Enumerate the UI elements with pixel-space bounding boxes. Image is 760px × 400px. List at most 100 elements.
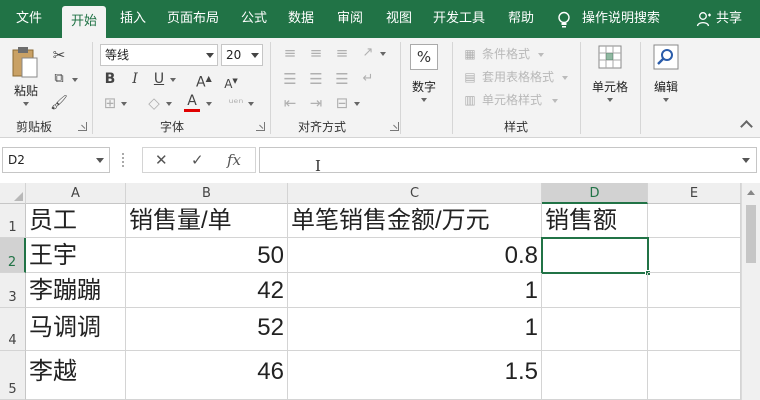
cell-b5[interactable]: 46 <box>126 351 288 400</box>
font-color-button[interactable]: A <box>184 92 200 110</box>
cell-b4[interactable]: 52 <box>126 308 288 351</box>
cell-a3[interactable]: 李蹦蹦 <box>26 273 126 308</box>
cell-a1[interactable]: 员工 <box>26 204 126 238</box>
column-header-a[interactable]: A <box>26 183 126 204</box>
formula-input[interactable] <box>259 147 757 173</box>
align-right-icon[interactable]: ☰ <box>334 70 350 88</box>
decrease-indent-icon[interactable]: ⇤ <box>282 94 298 112</box>
column-header-b[interactable]: B <box>126 183 288 204</box>
cells-button[interactable]: 单元格 <box>586 78 634 95</box>
editing-dropdown-arrow[interactable] <box>663 98 669 102</box>
merge-dropdown-arrow[interactable] <box>354 102 360 106</box>
cell-e4[interactable] <box>648 308 741 351</box>
conditional-dropdown-arrow[interactable] <box>538 53 544 57</box>
font-name-combo[interactable]: 等线 <box>100 44 218 66</box>
cells-icon[interactable] <box>596 43 624 71</box>
cell-d4[interactable] <box>542 308 648 351</box>
borders-icon[interactable]: ⊞ <box>102 94 118 112</box>
cell-c2[interactable]: 0.8 <box>288 238 542 273</box>
cell-a5[interactable]: 李越 <box>26 351 126 400</box>
fill-color-dropdown-arrow[interactable] <box>166 102 172 106</box>
font-color-dropdown-arrow[interactable] <box>206 102 212 106</box>
cell-b3[interactable]: 42 <box>126 273 288 308</box>
enter-icon[interactable]: ✓ <box>191 150 204 170</box>
cell-b2[interactable]: 50 <box>126 238 288 273</box>
underline-dropdown-arrow[interactable] <box>170 78 176 82</box>
cell-d1[interactable]: 销售额 <box>542 204 648 238</box>
column-header-e[interactable]: E <box>648 183 741 204</box>
lightbulb-icon[interactable] <box>556 11 572 29</box>
format-painter-icon[interactable]: 🖌 <box>50 94 68 112</box>
fill-color-icon[interactable]: ◇ <box>146 94 162 112</box>
number-dropdown-arrow[interactable] <box>421 98 427 102</box>
percent-icon[interactable]: % <box>410 44 438 70</box>
clipboard-launcher[interactable] <box>78 122 87 131</box>
share-button[interactable]: 共享 <box>716 0 742 38</box>
cell-styles-button[interactable]: 单元格样式 <box>482 92 542 108</box>
row-header-5[interactable]: 5 <box>0 351 26 400</box>
grow-font-button[interactable]: A▲ <box>196 70 212 92</box>
tab-home[interactable]: 开始 <box>62 6 106 38</box>
paste-icon[interactable] <box>10 44 40 80</box>
insert-function-icon[interactable]: fx <box>227 150 241 170</box>
font-size-combo[interactable]: 20 <box>221 44 263 66</box>
row-header-2[interactable]: 2 <box>0 238 26 273</box>
cell-c5[interactable]: 1.5 <box>288 351 542 400</box>
worksheet-grid[interactable]: A B C D E 1 2 3 4 5 员工 销售量/单 单笔销售金额/万元 销… <box>0 183 760 400</box>
cell-e5[interactable] <box>648 351 741 400</box>
cell-d2-active[interactable] <box>541 237 649 274</box>
borders-dropdown-arrow[interactable] <box>121 102 127 106</box>
vertical-scrollbar[interactable] <box>741 183 760 400</box>
bold-button[interactable]: B <box>103 70 117 88</box>
format-as-table-button[interactable]: 套用表格格式 <box>482 69 554 85</box>
row-header-1[interactable]: 1 <box>0 204 26 238</box>
select-all-button[interactable] <box>0 183 26 204</box>
row-header-4[interactable]: 4 <box>0 308 26 351</box>
cell-d3[interactable] <box>542 273 648 308</box>
increase-indent-icon[interactable]: ⇥ <box>308 94 324 112</box>
font-launcher[interactable] <box>256 122 265 131</box>
expand-formula-bar-icon[interactable] <box>742 158 750 163</box>
tab-file[interactable]: 文件 <box>16 0 42 38</box>
cell-a2[interactable]: 王宇 <box>26 238 126 273</box>
cell-a4[interactable]: 马调调 <box>26 308 126 351</box>
cell-e1[interactable] <box>648 204 741 238</box>
number-format-button[interactable]: 数字 <box>406 78 442 95</box>
align-middle-icon[interactable]: ≡ <box>308 44 324 62</box>
cell-c1[interactable]: 单笔销售金额/万元 <box>288 204 542 238</box>
cell-e3[interactable] <box>648 273 741 308</box>
collapse-ribbon-icon[interactable] <box>740 120 753 133</box>
name-box[interactable]: D2 <box>2 147 110 173</box>
search-icon[interactable] <box>652 43 680 71</box>
cell-d5[interactable] <box>542 351 648 400</box>
merge-center-icon[interactable]: ⊟ <box>334 94 350 112</box>
column-header-c[interactable]: C <box>288 183 542 204</box>
tab-insert[interactable]: 插入 <box>120 0 146 38</box>
paste-button[interactable]: 粘贴 <box>10 82 42 99</box>
align-center-icon[interactable]: ☰ <box>308 70 324 88</box>
tab-formulas[interactable]: 公式 <box>241 0 267 38</box>
cell-e2[interactable] <box>648 238 741 273</box>
copy-icon[interactable]: ⧉ <box>50 70 68 88</box>
copy-dropdown-arrow[interactable] <box>72 78 78 82</box>
phonetic-icon[interactable]: ᵘᵉⁿ <box>228 94 244 112</box>
phonetic-dropdown-arrow[interactable] <box>248 102 254 106</box>
splitter-handle[interactable] <box>122 153 125 167</box>
editing-button[interactable]: 编辑 <box>646 78 686 95</box>
cell-styles-dropdown-arrow[interactable] <box>552 99 558 103</box>
cancel-icon[interactable]: ✕ <box>155 150 168 170</box>
cells-dropdown-arrow[interactable] <box>607 98 613 102</box>
conditional-format-button[interactable]: 条件格式 <box>482 46 530 62</box>
wrap-text-icon[interactable]: ↵ <box>360 70 376 88</box>
tab-page-layout[interactable]: 页面布局 <box>167 0 219 38</box>
cell-b1[interactable]: 销售量/单 <box>126 204 288 238</box>
align-bottom-icon[interactable]: ≡ <box>334 44 350 62</box>
italic-button[interactable]: I <box>128 70 142 88</box>
cell-c3[interactable]: 1 <box>288 273 542 308</box>
tab-review[interactable]: 审阅 <box>337 0 363 38</box>
underline-button[interactable]: U <box>152 70 166 88</box>
scroll-up-icon[interactable] <box>747 190 755 195</box>
format-table-dropdown-arrow[interactable] <box>562 76 568 80</box>
cell-c4[interactable]: 1 <box>288 308 542 351</box>
scroll-thumb[interactable] <box>746 205 756 263</box>
